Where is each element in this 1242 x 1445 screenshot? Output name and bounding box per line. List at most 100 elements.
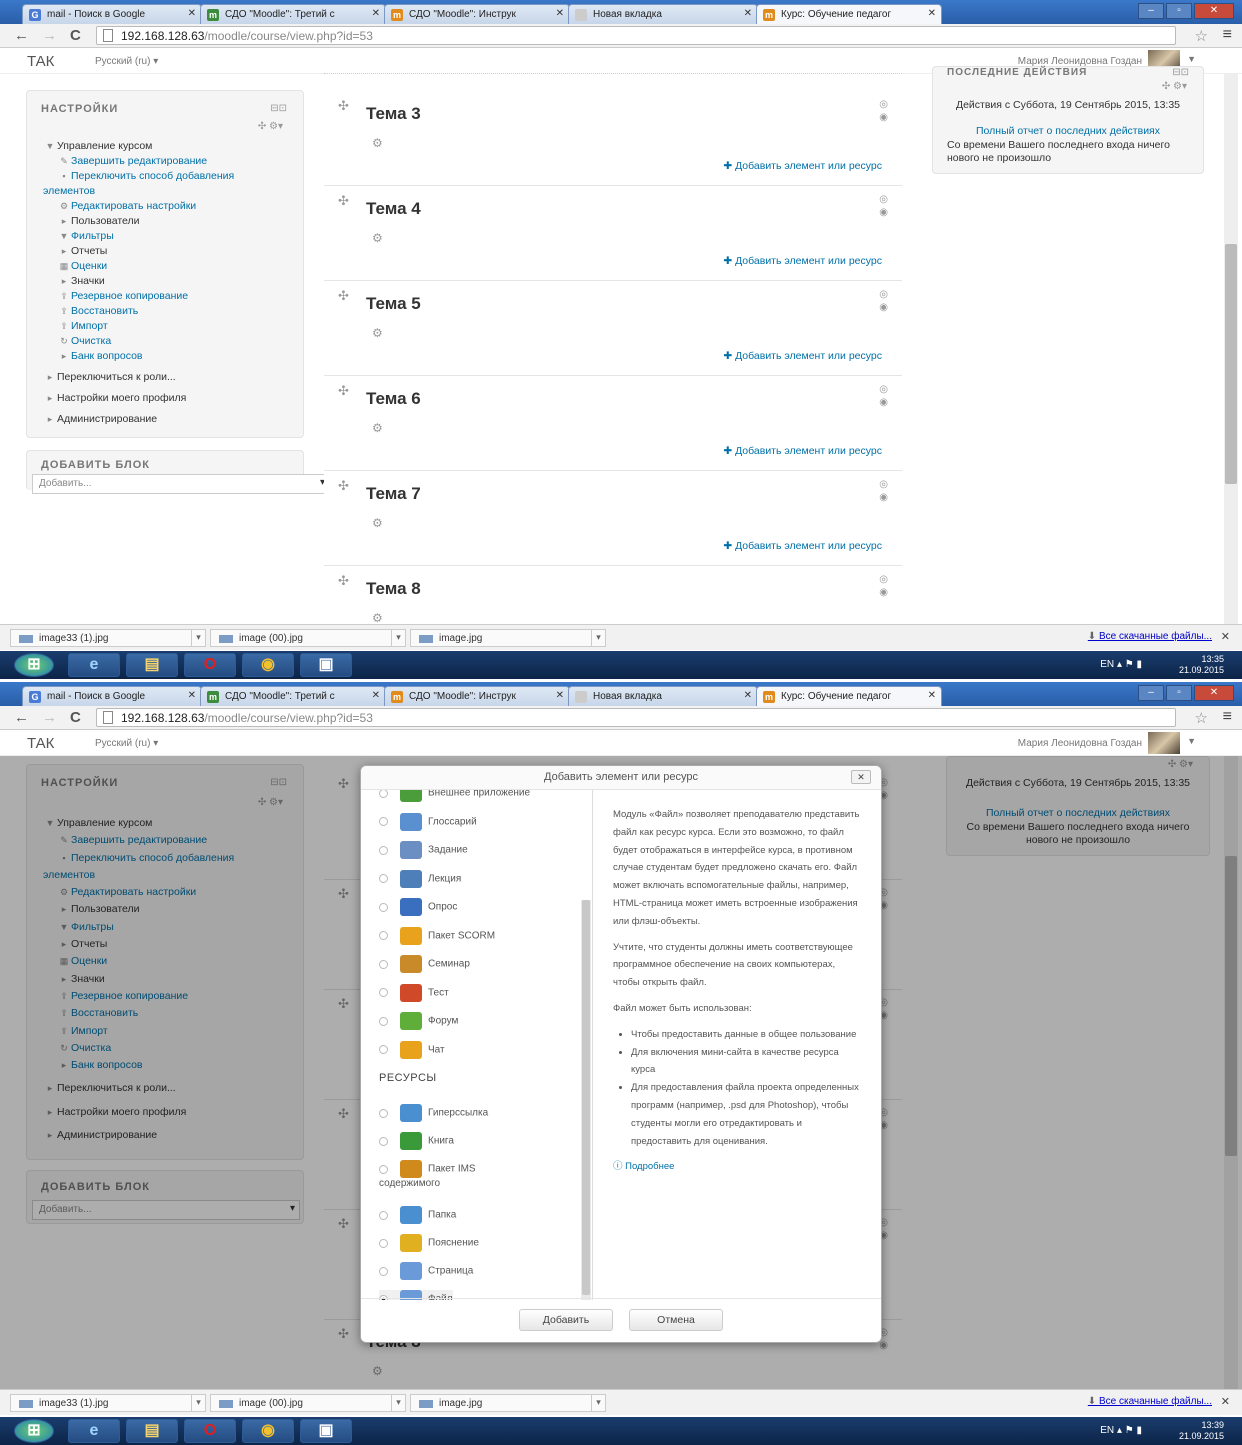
- browser-tab[interactable]: m СДО "Moodle": Инструк ✕: [384, 4, 570, 24]
- close-window-icon[interactable]: ✕: [1194, 685, 1234, 701]
- start-button[interactable]: ⊞: [14, 1419, 54, 1443]
- resource-option[interactable]: Гиперссылка: [379, 1104, 488, 1122]
- radio-button[interactable]: [379, 1238, 388, 1248]
- app-icon[interactable]: ▣: [300, 653, 352, 677]
- close-icon[interactable]: ✕: [556, 8, 564, 19]
- radio-button[interactable]: [379, 931, 388, 940]
- move-icon[interactable]: ✣: [338, 478, 349, 494]
- bookmark-star-icon[interactable]: ☆: [1195, 27, 1208, 45]
- tree-item[interactable]: ▸ Администрирование: [43, 412, 234, 427]
- maximize-icon[interactable]: ▫: [1166, 685, 1192, 701]
- activity-option[interactable]: Задание: [379, 841, 468, 859]
- menu-icon[interactable]: ≡: [1223, 26, 1232, 44]
- browser-tab[interactable]: Новая вкладка ✕: [568, 4, 758, 24]
- scrollbar-thumb[interactable]: [582, 900, 590, 1295]
- eye-icon[interactable]: ◎ ◉: [879, 573, 888, 599]
- dock-icon[interactable]: ⊟⊡: [1172, 67, 1189, 78]
- bookmark-star-icon[interactable]: ☆: [1195, 709, 1208, 727]
- language-menu[interactable]: Русский (ru) ▾: [95, 738, 158, 749]
- radio-button[interactable]: [379, 1016, 388, 1026]
- tree-item[interactable]: ↻ Очистка: [43, 334, 234, 349]
- download-item[interactable]: image33 (1).jpg ▾: [10, 1394, 206, 1412]
- minimize-icon[interactable]: –: [1138, 685, 1164, 701]
- close-icon[interactable]: ✕: [744, 690, 752, 701]
- chevron-down-icon[interactable]: ▼: [1187, 736, 1196, 746]
- add-activity-link[interactable]: ✚ Добавить элемент или ресурс: [723, 160, 882, 172]
- activity-option[interactable]: Глоссарий: [379, 812, 477, 831]
- activity-option[interactable]: Чат: [379, 1040, 445, 1059]
- chevron-down-icon[interactable]: ▾: [391, 1395, 405, 1411]
- tray-icons[interactable]: EN ▴ ⚑ ▮: [1100, 1425, 1142, 1436]
- browser-tab[interactable]: Gmail - Поиск в Google ✕: [22, 686, 202, 706]
- move-icon[interactable]: ✣: [338, 288, 349, 304]
- radio-button[interactable]: [379, 1136, 388, 1146]
- tree-item[interactable]: ▸ Переключиться к роли...: [43, 370, 234, 385]
- chrome-icon[interactable]: ◉: [242, 653, 294, 677]
- radio-button[interactable]: [379, 902, 388, 912]
- tree-item[interactable]: ⇪ Резервное копирование: [43, 289, 234, 304]
- close-icon[interactable]: ✕: [556, 690, 564, 701]
- ie-icon[interactable]: e: [68, 1419, 120, 1443]
- close-icon[interactable]: ✕: [851, 770, 871, 784]
- forward-icon[interactable]: →: [42, 709, 57, 726]
- gear-icon[interactable]: ⚙: [372, 326, 383, 340]
- start-button[interactable]: ⊞: [14, 653, 54, 677]
- more-help-link[interactable]: ⓘ Подробнее: [613, 1158, 863, 1176]
- tray-icons[interactable]: EN ▴ ⚑ ▮: [1100, 659, 1142, 670]
- close-icon[interactable]: ✕: [372, 8, 380, 19]
- tree-item[interactable]: элементов: [43, 184, 234, 199]
- close-icon[interactable]: ✕: [188, 8, 196, 19]
- url-input[interactable]: 192.168.128.63/moodle/course/view.php?id…: [96, 26, 1176, 45]
- cancel-button[interactable]: Отмена: [629, 1309, 723, 1331]
- move-icon[interactable]: ✣: [338, 193, 349, 209]
- browser-tab[interactable]: m СДО "Moodle": Третий с ✕: [200, 4, 386, 24]
- ie-icon[interactable]: e: [68, 653, 120, 677]
- activity-option[interactable]: Опрос: [379, 898, 457, 916]
- tree-item[interactable]: ▼ Управление курсом: [43, 139, 234, 154]
- radio-button[interactable]: [379, 988, 388, 997]
- close-icon[interactable]: ✕: [1221, 1395, 1230, 1408]
- avatar[interactable]: [1148, 732, 1180, 754]
- clock[interactable]: 13:39 21.09.2015: [1179, 1420, 1224, 1442]
- activity-option[interactable]: Пакет SCORM: [379, 926, 495, 945]
- tree-item[interactable]: ▸ Пользователи: [43, 214, 234, 229]
- chevron-down-icon[interactable]: ▾: [191, 630, 205, 646]
- tree-item[interactable]: ⇪ Восстановить: [43, 304, 234, 319]
- resource-option[interactable]: Пакет IMS содержимого: [379, 1160, 476, 1189]
- scrollbar-thumb[interactable]: [1225, 244, 1237, 484]
- activity-option[interactable]: Семинар: [379, 955, 470, 973]
- radio-button[interactable]: [379, 790, 388, 798]
- chrome-icon[interactable]: ◉: [242, 1419, 294, 1443]
- radio-button[interactable]: [379, 959, 388, 969]
- back-icon[interactable]: ←: [14, 709, 29, 726]
- block-actions-icon[interactable]: ✣ ⚙▾: [1162, 81, 1187, 92]
- add-block-select[interactable]: Добавить... ▾: [32, 474, 330, 494]
- tree-item[interactable]: ▸ Банк вопросов: [43, 349, 234, 364]
- maximize-icon[interactable]: ▫: [1166, 3, 1192, 19]
- chevron-down-icon[interactable]: ▾: [591, 1395, 605, 1411]
- close-icon[interactable]: ✕: [928, 8, 936, 19]
- close-icon[interactable]: ✕: [928, 690, 936, 701]
- dock-icon[interactable]: ⊟⊡: [270, 103, 287, 114]
- download-item[interactable]: image (00).jpg ▾: [210, 629, 406, 647]
- eye-icon[interactable]: ◎ ◉: [879, 193, 888, 219]
- tree-item[interactable]: ▦ Оценки: [43, 259, 234, 274]
- minimize-icon[interactable]: –: [1138, 3, 1164, 19]
- opera-icon[interactable]: O: [184, 653, 236, 677]
- add-activity-link[interactable]: ✚ Добавить элемент или ресурс: [723, 540, 882, 552]
- browser-tab[interactable]: Новая вкладка ✕: [568, 686, 758, 706]
- radio-button[interactable]: [379, 1266, 388, 1276]
- full-report-link[interactable]: Полный отчет о последних действиях: [947, 125, 1189, 138]
- download-item[interactable]: image33 (1).jpg ▾: [10, 629, 206, 647]
- radio-button[interactable]: [379, 874, 388, 883]
- browser-tab[interactable]: m СДО "Moodle": Инструк ✕: [384, 686, 570, 706]
- download-item[interactable]: image.jpg ▾: [410, 629, 606, 647]
- add-activity-link[interactable]: ✚ Добавить элемент или ресурс: [723, 255, 882, 267]
- clock[interactable]: 13:35 21.09.2015: [1179, 654, 1224, 676]
- move-icon[interactable]: ✣: [338, 383, 349, 399]
- page-scrollbar[interactable]: [1224, 74, 1238, 624]
- add-activity-link[interactable]: ✚ Добавить элемент или ресурс: [723, 445, 882, 457]
- reload-icon[interactable]: C: [70, 27, 81, 44]
- add-button[interactable]: Добавить: [519, 1309, 613, 1331]
- radio-button[interactable]: [379, 1108, 388, 1118]
